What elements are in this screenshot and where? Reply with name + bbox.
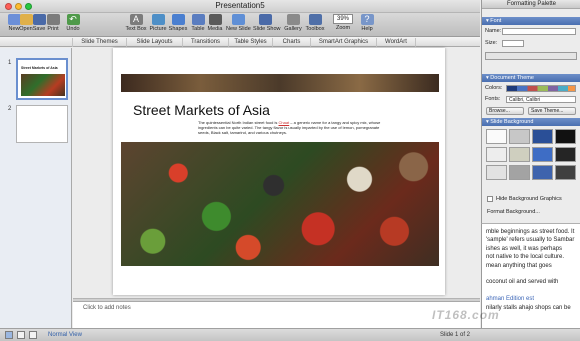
background-swatch[interactable] [532,165,553,180]
document-line: coconut oil and served with [486,279,559,286]
font-style-buttons[interactable] [485,52,577,60]
tab-wordart[interactable]: WordArt [376,38,416,47]
picture-icon [151,14,165,25]
background-swatch[interactable] [509,147,530,162]
browse-button[interactable]: Browse... [486,107,524,115]
hide-background-label: Hide Background Graphics [496,196,562,202]
slide-background-options: Hide Background Graphics Format Backgrou… [481,190,580,224]
slide-thumbnail-2[interactable] [16,105,68,143]
document-line [486,270,576,278]
thumb-photo [21,74,65,96]
document-line: mean anything that goes [486,262,552,269]
size-label: Size: [485,40,498,46]
help-icon: ? [360,14,374,25]
thumb-number: 1 [8,60,12,66]
zoom-control[interactable]: 39% Zoom [330,14,356,36]
thumb-number: 2 [8,106,12,112]
shapes-icon [171,14,185,25]
undo-icon: ↶ [66,14,80,25]
market-photo-strip [121,74,439,92]
background-swatch[interactable] [555,147,576,162]
help-button[interactable]: ? Help [355,14,379,36]
tab-table-styles[interactable]: Table Styles [228,38,272,47]
background-swatch[interactable] [509,129,530,144]
format-background-button[interactable]: Format Background... [487,209,540,215]
tab-smartart-graphics[interactable]: SmartArt Graphics [310,38,376,47]
theme-fonts-field[interactable]: Calibri, Calibri [506,96,576,103]
title-bar[interactable]: Presentation5 [0,0,480,13]
elements-gallery-tabs: Slide Themes Slide Layouts Transitions T… [0,37,480,47]
background-swatch[interactable] [486,129,507,144]
notes-pane[interactable]: Click to add notes [73,301,480,328]
new-slide-button[interactable]: New Slide [226,14,251,36]
slide-counter: Slide 1 of 2 [440,332,471,338]
media-button[interactable]: Media [203,14,227,36]
save-theme-button[interactable]: Save Theme... [528,107,576,115]
tab-slide-themes[interactable]: Slide Themes [72,38,126,47]
document-line: ishes as well, it was perhaps [486,245,563,252]
tab-transitions[interactable]: Transitions [182,38,228,47]
undo-button[interactable]: ↶ Undo [61,14,85,36]
document-link-line[interactable]: ahman Edition est [486,295,576,303]
notes-placeholder: Click to add notes [83,305,131,311]
font-section-header[interactable]: ▾ Font [482,17,580,25]
hide-background-checkbox[interactable] [487,196,493,202]
background-swatch[interactable] [555,165,576,180]
zoom-value[interactable]: 39% [333,14,353,24]
slide-sorter-view-icon[interactable] [17,331,25,339]
font-name-field[interactable] [502,28,576,35]
slide-body-text[interactable]: The quintessential North Indian street f… [198,120,383,135]
fonts-label: Fonts: [485,96,501,102]
background-swatch[interactable] [509,165,530,180]
media-icon [208,14,222,25]
text-box-button[interactable]: A Text Box [124,14,148,36]
slide-thumbnail-1[interactable]: Street Markets of Asia [16,58,68,100]
background-swatch[interactable] [555,129,576,144]
font-size-field[interactable] [502,40,524,47]
background-swatch[interactable] [486,147,507,162]
document-line: not native to the local culture. [486,254,565,261]
background-swatch[interactable] [532,129,553,144]
slide-editing-area: Street Markets of Asia The quintessentia… [73,48,480,298]
colors-label: Colors: [485,85,503,91]
gallery-icon [286,14,300,25]
view-name: Normal View [48,332,82,338]
market-photo[interactable] [121,142,439,266]
watermark: IT168.com [432,308,500,322]
theme-colors-picker[interactable] [506,85,576,92]
window-title: Presentation5 [215,1,265,10]
palette-title[interactable]: Formatting Palette [482,0,580,9]
standard-toolbar: New Open Save Print ↶ Undo A Text Box Pi… [0,13,480,37]
slide-title[interactable]: Street Markets of Asia [133,102,270,118]
slide-show-button[interactable]: Slide Show [253,14,281,36]
new-slide-icon [231,14,245,25]
text-box-icon: A [129,14,143,25]
slide-background-header[interactable]: ▾ Slide Background [482,118,580,126]
tab-slide-layouts[interactable]: Slide Layouts [126,38,182,47]
background-swatch[interactable] [486,165,507,180]
normal-view-icon[interactable] [5,331,13,339]
print-icon [46,14,60,25]
tab-charts[interactable]: Charts [272,38,310,47]
thumb-title: Street Markets of Asia [21,66,58,70]
gallery-button[interactable]: Gallery [281,14,305,36]
document-line: mble beginnings as street food. It [486,229,575,235]
document-theme-header[interactable]: ▾ Document Theme [482,74,580,82]
slide-show-icon [258,14,272,25]
status-bar: Normal View Slide 1 of 2 [0,328,580,341]
name-label: Name: [485,28,502,34]
slide-show-view-icon[interactable] [29,331,37,339]
document-line [486,287,576,295]
document-line: 'sample' refers usually to Sambar [486,237,575,244]
background-swatch[interactable] [532,147,553,162]
powerpoint-window: Presentation5 New Open Save Print ↶ Undo… [0,0,580,341]
toolbox-icon [308,14,322,25]
toolbox-button[interactable]: Toolbox [303,14,327,36]
formatting-palette: Formatting Palette ▾ Font Name: Size: ▾ … [481,0,580,190]
slide-thumbnails-pane: 1 Street Markets of Asia 2 [0,48,72,328]
current-slide[interactable]: Street Markets of Asia The quintessentia… [113,48,445,295]
